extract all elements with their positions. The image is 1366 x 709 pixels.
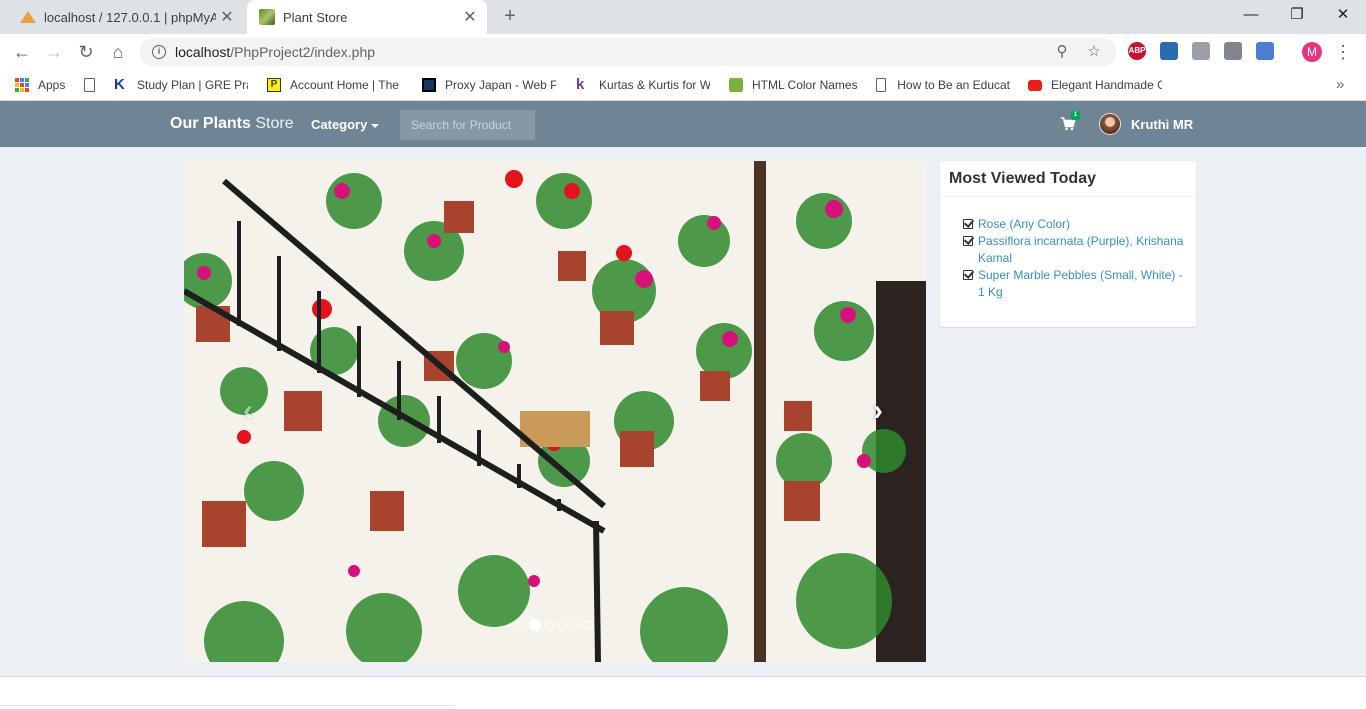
youtube-icon [1028, 79, 1042, 91]
maximize-button[interactable]: ❐ [1274, 0, 1320, 32]
page-icon [876, 78, 887, 92]
footer-divider [0, 705, 455, 706]
site-navbar: Our Plants Store Category Kruthi MR [0, 101, 1366, 147]
site-info-icon[interactable]: i [152, 45, 166, 59]
bookmark-educator[interactable]: How to Be an Educat [876, 75, 1010, 95]
checkbox-icon [963, 219, 973, 229]
url-path: /PhpProject2/index.php [230, 44, 376, 60]
bookmark-label: Proxy Japan - Web Pr [445, 78, 556, 92]
carousel-indicator-active[interactable] [529, 619, 541, 631]
cart-count-badge: 1 [1071, 111, 1080, 120]
new-tab-button[interactable]: + [498, 5, 522, 29]
profile-avatar[interactable]: M [1302, 42, 1322, 62]
k-logo-icon: k [576, 76, 585, 93]
bookmark-label: Apps [38, 78, 66, 92]
apps-icon [15, 78, 29, 92]
brand-bold: Our Plants [170, 115, 251, 132]
bookmark-study-plan[interactable]: K Study Plan | GRE Prac [114, 75, 248, 95]
plant-favicon [259, 9, 275, 25]
product-link[interactable]: Passiflora incarnata (Purple), Krishana … [978, 234, 1183, 265]
carousel-slide-image [184, 161, 926, 662]
caret-down-icon [371, 123, 380, 128]
extension-icon[interactable] [1160, 42, 1178, 60]
window-close-button[interactable]: ✕ [1320, 0, 1366, 32]
close-icon[interactable]: ✕ [216, 7, 238, 27]
category-dropdown[interactable]: Category [311, 117, 380, 132]
bookmark-elegant-handmade[interactable]: Elegant Handmade G [1028, 75, 1162, 95]
browser-toolbar: ← → ↻ ⌂ i localhost/PhpProject2/index.ph… [0, 34, 1366, 70]
zoom-icon[interactable]: ⚲ [1052, 42, 1072, 62]
p-logo-icon: P [267, 78, 281, 92]
carousel-indicator[interactable] [570, 620, 580, 630]
pdf-extension-icon[interactable] [1192, 42, 1210, 60]
user-name[interactable]: Kruthi MR [1131, 117, 1193, 132]
address-bar[interactable]: i localhost/PhpProject2/index.php ⚲ ☆ [140, 38, 1116, 66]
most-viewed-item[interactable]: Passiflora incarnata (Purple), Krishana … [963, 233, 1188, 267]
bookmark-star-icon[interactable]: ☆ [1084, 42, 1104, 62]
more-bookmarks-icon[interactable]: » [1336, 76, 1344, 93]
bookmark-kurtas[interactable]: k Kurtas & Kurtis for W [576, 75, 710, 95]
bookmark-label: Kurtas & Kurtis for W [599, 78, 710, 92]
browser-tab-phpmyadmin[interactable]: localhost / 127.0.0.1 | phpMyAdmin ✕ [8, 0, 244, 34]
most-viewed-box: Most Viewed Today Rose (Any Color) Passi… [940, 161, 1196, 327]
most-viewed-item[interactable]: Super Marble Pebbles (Small, White) - 1 … [963, 267, 1188, 301]
page-icon [84, 78, 95, 92]
reload-icon[interactable]: ↻ [74, 40, 98, 64]
bookmark-proxy-japan[interactable]: Proxy Japan - Web Pr [422, 75, 556, 95]
bookmark-label: Study Plan | GRE Prac [137, 78, 248, 92]
product-link[interactable]: Super Marble Pebbles (Small, White) - 1 … [978, 268, 1183, 299]
extension-icon[interactable] [1224, 42, 1242, 60]
bookmarks-bar: Apps K Study Plan | GRE Prac P Account H… [0, 70, 1366, 101]
product-search-input[interactable] [400, 110, 535, 140]
category-label: Category [311, 117, 368, 132]
most-viewed-list: Rose (Any Color) Passiflora incarnata (P… [940, 197, 1196, 301]
carousel-indicator[interactable] [557, 620, 567, 630]
most-viewed-item[interactable]: Rose (Any Color) [963, 216, 1188, 233]
most-viewed-title: Most Viewed Today [940, 161, 1196, 197]
extension-icon[interactable] [1256, 42, 1274, 60]
image-carousel: ‹ › [184, 161, 926, 662]
proxy-icon [422, 78, 436, 92]
colors-icon [729, 78, 743, 92]
tab-title: localhost / 127.0.0.1 | phpMyAdmin [44, 9, 216, 25]
bookmark-account-home[interactable]: P Account Home | The [267, 75, 399, 95]
forward-icon[interactable]: → [42, 40, 66, 64]
bookmark-label: How to Be an Educat [897, 78, 1010, 92]
product-link[interactable]: Rose (Any Color) [978, 217, 1070, 231]
bookmark-label: Account Home | The [290, 78, 399, 92]
bookmark-html-colors[interactable]: HTML Color Names [729, 75, 858, 95]
brand-logo[interactable]: Our Plants Store [170, 115, 294, 133]
k-logo-icon: K [114, 76, 125, 93]
browser-tab-strip: localhost / 127.0.0.1 | phpMyAdmin ✕ Pla… [0, 0, 1366, 34]
carousel-indicator[interactable] [544, 620, 554, 630]
carousel-indicator[interactable] [516, 620, 526, 630]
url-host: localhost [175, 44, 231, 60]
home-icon[interactable]: ⌂ [106, 40, 130, 64]
tab-title: Plant Store [283, 9, 348, 25]
back-icon[interactable]: ← [10, 40, 34, 64]
carousel-prev-icon[interactable]: ‹ [238, 396, 258, 426]
bookmark-apps[interactable]: Apps [15, 75, 65, 95]
user-avatar[interactable] [1099, 113, 1121, 135]
phpmyadmin-icon [20, 11, 36, 23]
browser-tab-plant-store[interactable]: Plant Store ✕ [247, 0, 487, 34]
brand-light: Store [255, 115, 294, 132]
checkbox-icon [963, 270, 973, 280]
carousel-indicator[interactable] [583, 620, 593, 630]
bookmark-blank[interactable] [84, 75, 106, 95]
close-icon[interactable]: ✕ [459, 7, 481, 27]
carousel-next-icon[interactable]: › [868, 396, 888, 426]
carousel-indicators [516, 619, 593, 631]
adblock-plus-icon[interactable]: ABP [1128, 42, 1146, 60]
bookmark-label: HTML Color Names [752, 78, 858, 92]
menu-icon[interactable]: ⋮ [1334, 40, 1352, 64]
bookmark-label: Elegant Handmade G [1051, 78, 1162, 92]
checkbox-icon [963, 236, 973, 246]
minimize-button[interactable]: — [1228, 0, 1274, 32]
